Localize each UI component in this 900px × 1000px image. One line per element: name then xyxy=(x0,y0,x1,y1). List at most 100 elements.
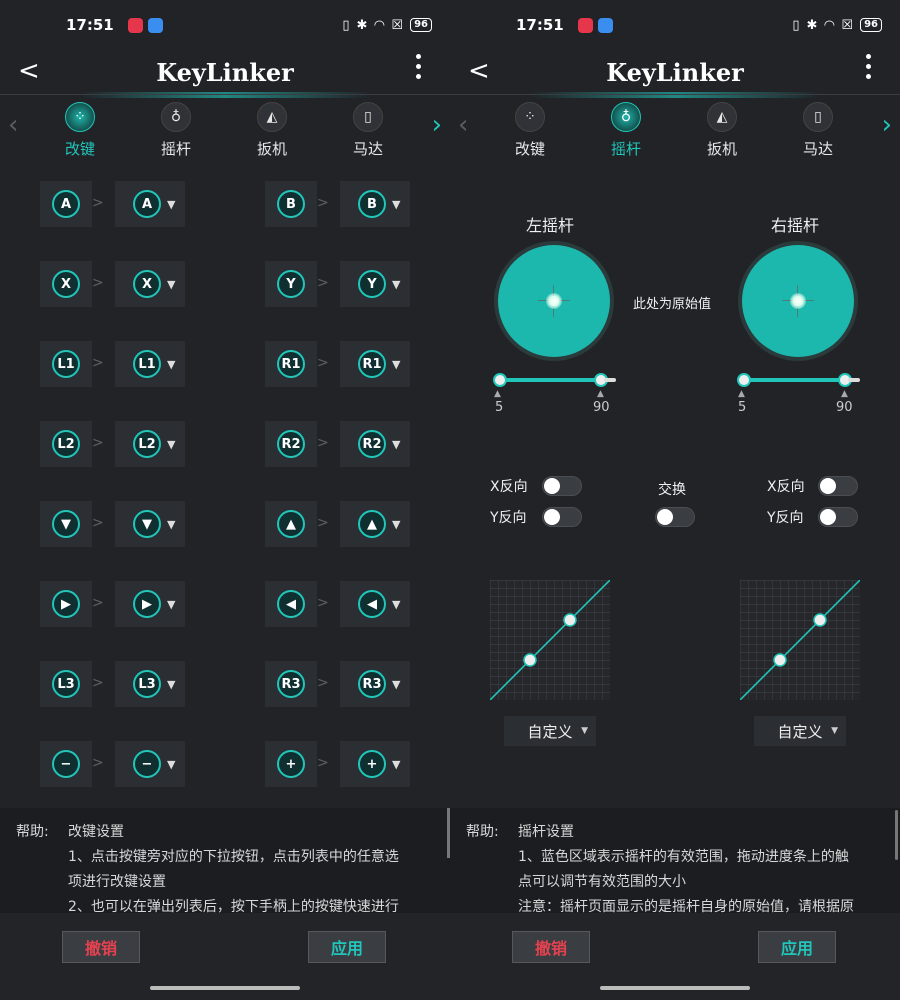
tab-label: 扳机 xyxy=(256,140,287,158)
target-key-dropdown[interactable]: X ▼ xyxy=(115,261,185,307)
left-stick-range-slider[interactable] xyxy=(493,373,616,387)
cancel-button[interactable]: 撤销 xyxy=(512,931,590,963)
video-app-icon xyxy=(127,17,143,33)
caret-down-icon: ▼ xyxy=(581,726,588,736)
arrow-right-icon: > xyxy=(317,755,329,771)
arrow-right-icon: > xyxy=(92,435,104,451)
apply-button[interactable]: 应用 xyxy=(758,931,836,963)
target-key-dropdown[interactable]: Y ▼ xyxy=(340,261,410,307)
gamepad-icon: ⁘ xyxy=(65,102,95,132)
y-button-icon: Y xyxy=(358,270,386,298)
dpad-left-icon: ◀ xyxy=(358,590,386,618)
target-key-dropdown[interactable]: A ▼ xyxy=(115,181,185,227)
curve-control-point[interactable] xyxy=(563,613,577,627)
caret-up-icon: ▲ xyxy=(841,389,848,399)
arrow-right-icon: > xyxy=(317,195,329,211)
left-x-invert-toggle[interactable] xyxy=(542,476,582,496)
caret-down-icon: ▼ xyxy=(392,677,401,691)
r3-button-icon: R3 xyxy=(277,670,305,698)
arrow-right-icon: > xyxy=(92,275,104,291)
left-x-invert-label: X反向 xyxy=(490,479,528,495)
target-key-dropdown[interactable]: B ▼ xyxy=(340,181,410,227)
tab-joystick[interactable]: ♁ 摇杆 xyxy=(596,102,656,159)
more-menu-icon[interactable] xyxy=(416,54,422,79)
caret-down-icon: ▼ xyxy=(831,726,838,736)
tab-motor[interactable]: ▯ 马达 xyxy=(788,102,848,159)
right-x-invert-toggle[interactable] xyxy=(818,476,858,496)
chevron-right-icon[interactable]: › xyxy=(432,110,442,140)
vibrate-icon: ▯ xyxy=(792,17,800,33)
target-key-dropdown[interactable]: − ▼ xyxy=(115,741,185,787)
help-key: 帮助: xyxy=(466,824,499,840)
target-key-dropdown[interactable]: R3 ▼ xyxy=(340,661,410,707)
target-key-dropdown[interactable]: R2 ▼ xyxy=(340,421,410,467)
curve-control-point[interactable] xyxy=(773,653,787,667)
left-y-invert-label: Y反向 xyxy=(490,510,527,526)
gamepad-icon: ⁘ xyxy=(515,102,545,132)
target-key-dropdown[interactable]: L1 ▼ xyxy=(115,341,185,387)
right-y-invert-toggle[interactable] xyxy=(818,507,858,527)
source-key-a: A xyxy=(40,181,92,227)
app-notification-icon xyxy=(597,17,613,33)
arrow-right-icon: > xyxy=(92,595,104,611)
chevron-right-icon[interactable]: › xyxy=(882,110,892,140)
caret-up-icon: ▲ xyxy=(494,389,501,399)
right-response-curve[interactable] xyxy=(740,580,860,700)
a-button-icon: A xyxy=(133,190,161,218)
target-key-dropdown[interactable]: L3 ▼ xyxy=(115,661,185,707)
target-key-dropdown[interactable]: ▼ ▼ xyxy=(115,501,185,547)
mapping-row: − > − ▼ + > + ▼ xyxy=(40,741,410,787)
home-indicator[interactable] xyxy=(600,986,750,990)
b-button-icon: B xyxy=(277,190,305,218)
swap-toggle[interactable] xyxy=(655,507,695,527)
left-y-invert-toggle[interactable] xyxy=(542,507,582,527)
source-key-r2: R2 xyxy=(265,421,317,467)
left-curve-preset-select[interactable]: 自定义 ▼ xyxy=(504,716,596,746)
arrow-right-icon: > xyxy=(317,675,329,691)
l3-button-icon: L3 xyxy=(133,670,161,698)
tab-label: 摇杆 xyxy=(160,140,191,158)
r2-button-icon: R2 xyxy=(358,430,386,458)
x-button-icon: X xyxy=(52,270,80,298)
chevron-left-icon[interactable]: ‹ xyxy=(458,110,468,140)
chevron-left-icon[interactable]: ‹ xyxy=(8,110,18,140)
tab-remap[interactable]: ⁘ 改键 xyxy=(50,102,110,159)
dpad-up-icon: ▲ xyxy=(277,510,305,538)
app-title: KeyLinker xyxy=(606,57,744,87)
back-icon[interactable]: < xyxy=(468,56,490,86)
tab-motor[interactable]: ▯ 马达 xyxy=(338,102,398,159)
target-key-dropdown[interactable]: L2 ▼ xyxy=(115,421,185,467)
slider-min-handle[interactable] xyxy=(737,373,751,387)
wifi-icon: ◠ xyxy=(374,17,385,33)
joystick-icon: ♁ xyxy=(161,102,191,132)
help-panel[interactable]: 帮助: 改键设置 1、点击按键旁对应的下拉按钮，点击列表中的任意选 项进行改键设置… xyxy=(0,808,450,913)
dpad-right-icon: ▶ xyxy=(52,590,80,618)
target-key-dropdown[interactable]: R1 ▼ xyxy=(340,341,410,387)
r3-button-icon: R3 xyxy=(358,670,386,698)
curve-control-point[interactable] xyxy=(523,653,537,667)
cancel-button[interactable]: 撤销 xyxy=(62,931,140,963)
sim-off-icon: ☒ xyxy=(391,17,404,33)
home-indicator[interactable] xyxy=(150,986,300,990)
tab-trigger[interactable]: ◭ 扳机 xyxy=(242,102,302,159)
target-key-dropdown[interactable]: ▲ ▼ xyxy=(340,501,410,547)
tab-joystick[interactable]: ♁ 摇杆 xyxy=(146,102,206,159)
right-curve-preset-select[interactable]: 自定义 ▼ xyxy=(754,716,846,746)
tab-remap[interactable]: ⁘ 改键 xyxy=(500,102,560,159)
target-key-dropdown[interactable]: + ▼ xyxy=(340,741,410,787)
target-key-dropdown[interactable]: ▶ ▼ xyxy=(115,581,185,627)
apply-button[interactable]: 应用 xyxy=(308,931,386,963)
minus-button-icon: − xyxy=(52,750,80,778)
help-panel[interactable]: 帮助: 摇杆设置 1、蓝色区域表示摇杆的有效范围，拖动进度条上的触 点可以调节有效… xyxy=(450,808,900,913)
tab-trigger[interactable]: ◭ 扳机 xyxy=(692,102,752,159)
target-key-dropdown[interactable]: ◀ ▼ xyxy=(340,581,410,627)
right-stick-range-slider[interactable] xyxy=(737,373,860,387)
back-icon[interactable]: < xyxy=(18,56,40,86)
help-scrollbar[interactable] xyxy=(895,810,898,860)
curve-control-point[interactable] xyxy=(813,613,827,627)
left-response-curve[interactable] xyxy=(490,580,610,700)
source-key-r1: R1 xyxy=(265,341,317,387)
slider-min-handle[interactable] xyxy=(493,373,507,387)
l2-button-icon: L2 xyxy=(133,430,161,458)
more-menu-icon[interactable] xyxy=(866,54,872,79)
